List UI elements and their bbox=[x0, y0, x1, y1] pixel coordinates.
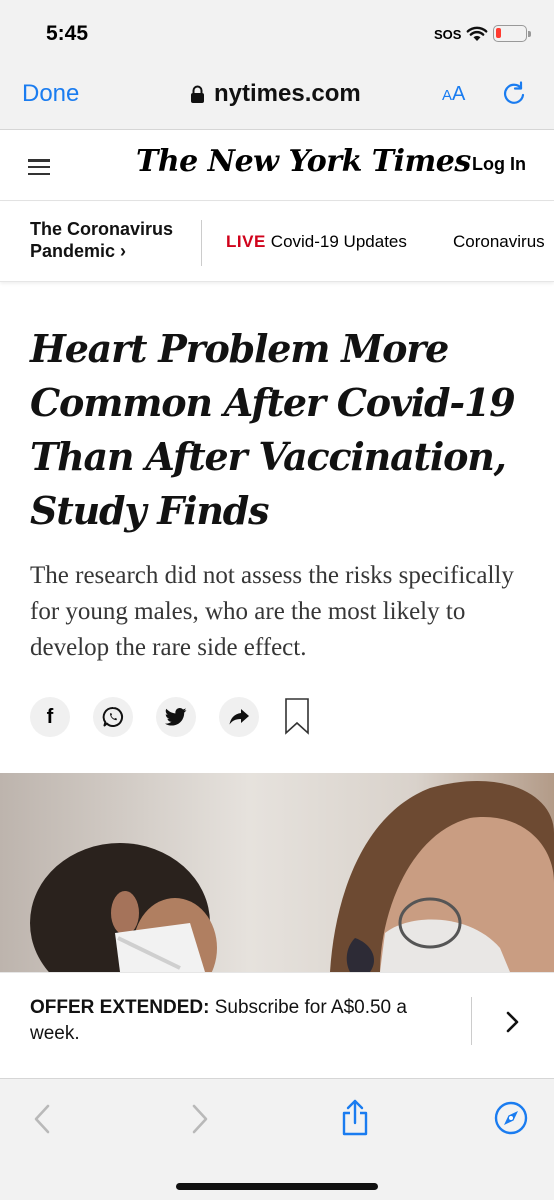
battery-level bbox=[496, 28, 501, 38]
reader-large-a: A bbox=[452, 83, 466, 105]
share-arrow-icon bbox=[229, 709, 249, 725]
nyt-logo[interactable]: The New York Times bbox=[136, 144, 471, 179]
menu-icon[interactable] bbox=[28, 159, 50, 176]
share-icon[interactable] bbox=[340, 1099, 370, 1142]
offer-divider bbox=[471, 997, 472, 1045]
article-summary: The research did not assess the risks sp… bbox=[30, 562, 514, 661]
whatsapp-share-button[interactable] bbox=[93, 697, 133, 737]
forward-icon[interactable] bbox=[190, 1103, 210, 1140]
compass-icon[interactable] bbox=[494, 1101, 528, 1140]
url-text: nytimes.com bbox=[214, 80, 361, 107]
facebook-icon: f bbox=[46, 705, 54, 728]
browser-toolbar bbox=[0, 1078, 554, 1200]
carrier-label: SOS bbox=[434, 27, 462, 42]
article-photo bbox=[0, 773, 554, 972]
whatsapp-icon bbox=[102, 706, 124, 727]
done-button[interactable]: Done bbox=[22, 80, 79, 108]
reload-icon[interactable] bbox=[500, 80, 528, 113]
reader-options-button[interactable]: AA bbox=[442, 83, 465, 106]
subscription-offer-banner[interactable]: OFFER EXTENDED: Subscribe for A$0.50 a w… bbox=[0, 972, 554, 1078]
facebook-share-button[interactable]: f bbox=[30, 697, 70, 737]
status-bar: 5:45 SOS bbox=[0, 0, 554, 60]
live-updates-link[interactable]: LIVE Covid-19 Updates bbox=[226, 232, 407, 252]
reader-small-a: A bbox=[442, 87, 453, 104]
login-link[interactable]: Log In bbox=[472, 154, 526, 175]
chevron-right-icon[interactable] bbox=[505, 1011, 521, 1038]
wifi-icon bbox=[466, 25, 488, 47]
section-title-link[interactable]: The Coronavirus Pandemic › bbox=[30, 218, 190, 262]
offer-label: OFFER EXTENDED: bbox=[30, 997, 210, 1018]
twitter-icon bbox=[165, 708, 187, 726]
battery-icon bbox=[493, 25, 531, 42]
article-headline: Heart Problem More Common After Covid-19… bbox=[30, 326, 516, 533]
browser-address-bar: Done nytimes.com AA bbox=[0, 60, 554, 130]
status-time: 5:45 bbox=[46, 22, 89, 45]
section-nav: The Coronavirus Pandemic › LIVE Covid-19 … bbox=[0, 202, 554, 282]
home-indicator[interactable] bbox=[176, 1183, 378, 1190]
more-share-button[interactable] bbox=[219, 697, 259, 737]
coronavirus-link[interactable]: Coronavirus bbox=[453, 232, 545, 252]
twitter-share-button[interactable] bbox=[156, 697, 196, 737]
live-updates-label: Covid-19 Updates bbox=[270, 232, 407, 251]
offer-text: OFFER EXTENDED: Subscribe for A$0.50 a w… bbox=[30, 995, 450, 1047]
bookmark-icon[interactable] bbox=[284, 697, 310, 742]
url-field[interactable]: nytimes.com bbox=[190, 80, 361, 108]
back-icon[interactable] bbox=[32, 1103, 52, 1140]
site-header: The New York Times Log In bbox=[0, 131, 554, 201]
lock-icon bbox=[190, 85, 205, 104]
live-badge: LIVE bbox=[226, 232, 266, 251]
nav-divider bbox=[201, 220, 202, 266]
